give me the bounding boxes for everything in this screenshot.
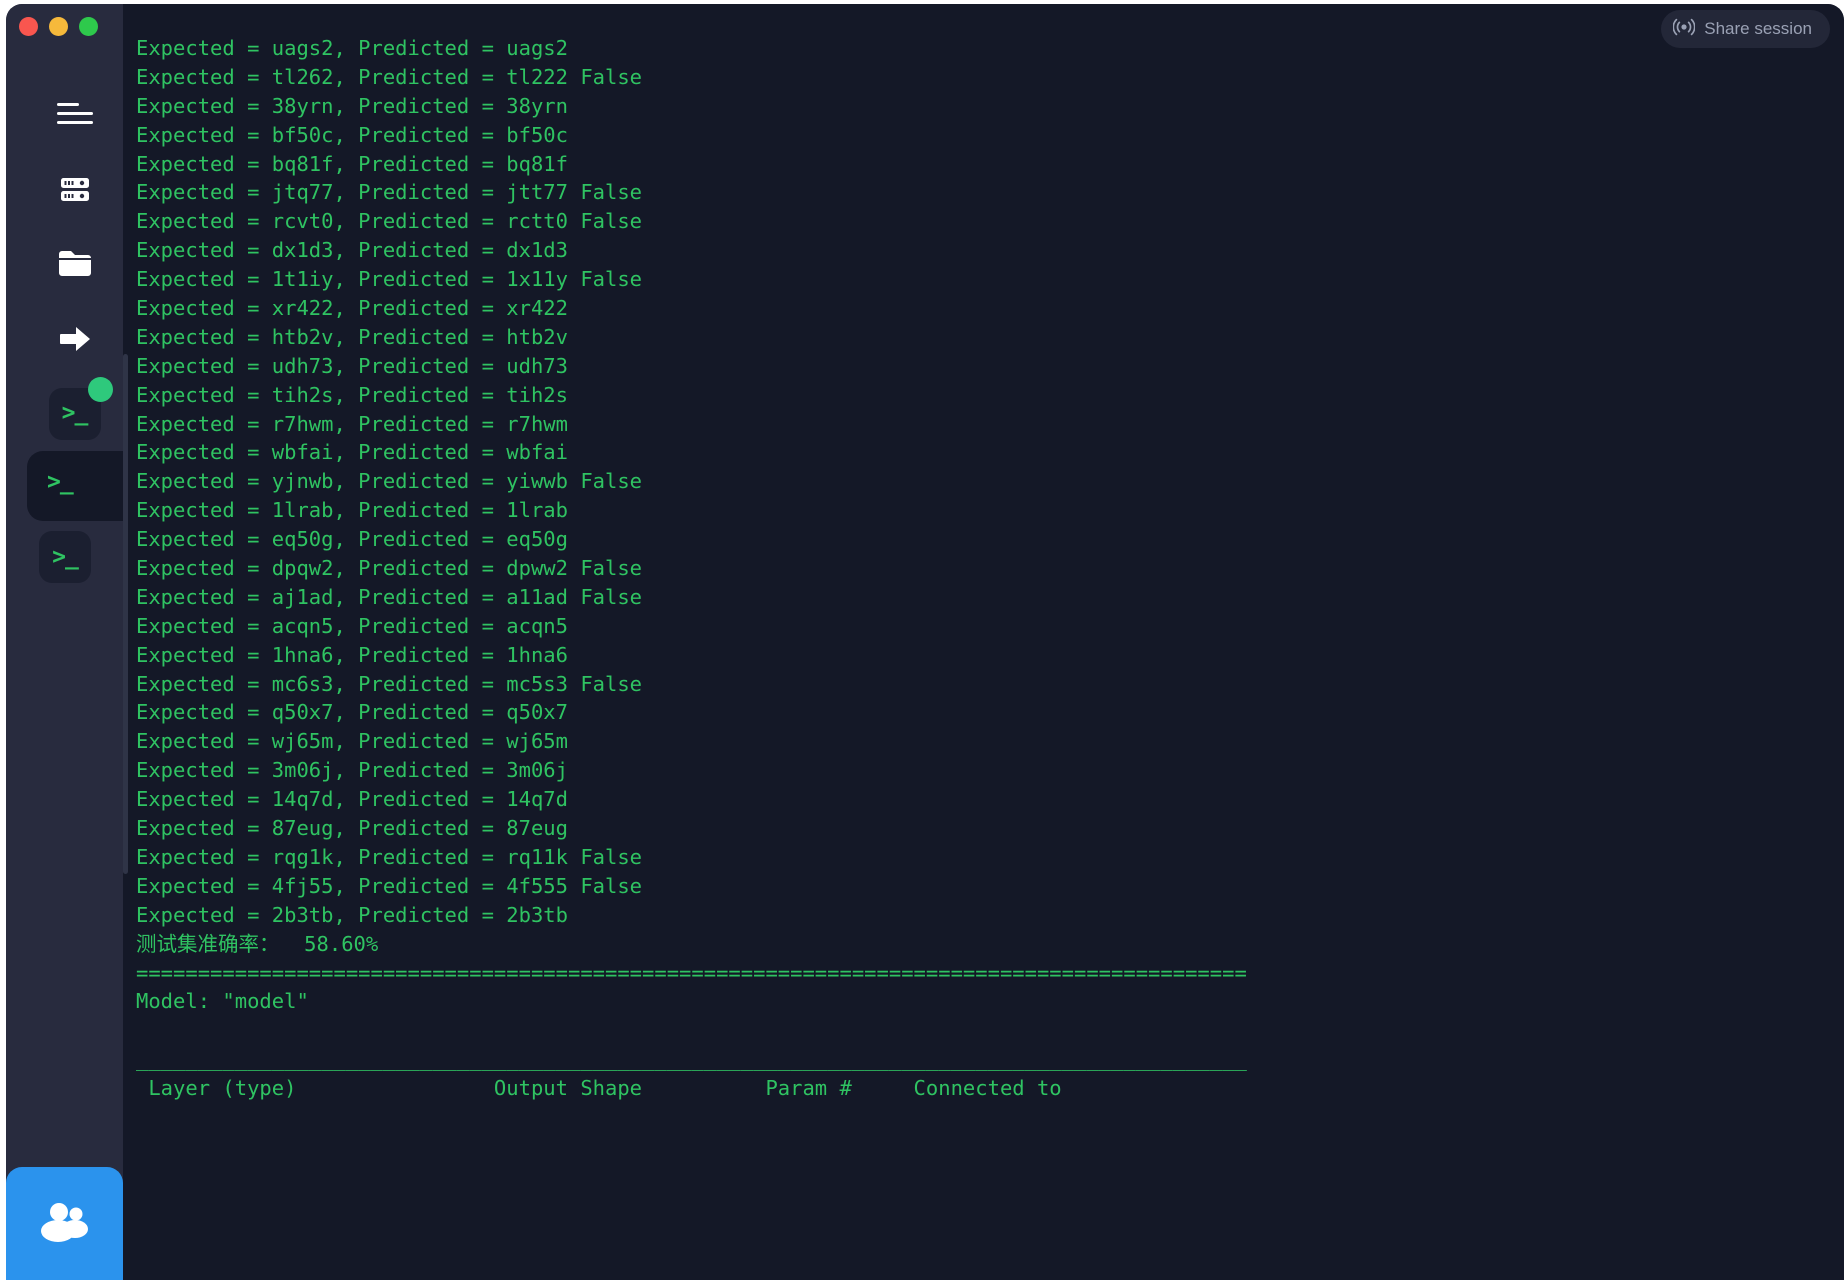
- terminal-line: Expected = yjnwb, Predicted = yiwwb Fals…: [136, 469, 643, 494]
- terminal-line: Expected = 1hna6, Predicted = 1hna6: [136, 642, 568, 667]
- terminal-line: Expected = jtq77, Predicted = jtt77 Fals…: [136, 180, 643, 205]
- terminal-line: Expected = tih2s, Predicted = tih2s: [136, 382, 568, 407]
- forward-arrow-icon: [58, 325, 92, 353]
- maximize-window-button[interactable]: [79, 17, 98, 36]
- terminal-scrollbar[interactable]: [123, 4, 128, 1280]
- terminal-scrollbar-thumb[interactable]: [123, 354, 128, 874]
- terminal-line: Expected = dpqw2, Predicted = dpww2 Fals…: [136, 556, 643, 581]
- terminal-line: Layer (type) Output Shape Param # Connec…: [136, 1076, 1062, 1101]
- terminal-output: Expected = uags2, Predicted = uags2 Expec…: [136, 34, 1844, 1103]
- terminal-line: Expected = htb2v, Predicted = htb2v: [136, 324, 568, 349]
- terminal-line: Expected = tl262, Predicted = tl222 Fals…: [136, 64, 643, 89]
- terminal-line: Expected = rqg1k, Predicted = rq11k Fals…: [136, 844, 643, 869]
- connected-status-dot: [87, 376, 113, 402]
- server-rack-icon: [58, 172, 92, 206]
- terminal-line: Expected = bq81f, Predicted = bq81f: [136, 151, 568, 176]
- broadcast-icon: [1672, 16, 1696, 43]
- terminal-line: Expected = xr422, Predicted = xr422: [136, 296, 568, 321]
- terminal-line: Expected = rcvt0, Predicted = rctt0 Fals…: [136, 209, 643, 234]
- terminal-line: Expected = bf50c, Predicted = bf50c: [136, 122, 568, 147]
- terminal-prompt-icon: >_: [61, 400, 89, 426]
- share-session-button[interactable]: Share session: [1661, 10, 1830, 48]
- terminal-line: Expected = q50x7, Predicted = q50x7: [136, 700, 568, 725]
- share-users-button[interactable]: [6, 1167, 123, 1280]
- close-window-button[interactable]: [19, 17, 38, 36]
- minimize-window-button[interactable]: [49, 17, 68, 36]
- terminal-line: Expected = 14q7d, Predicted = 14q7d: [136, 787, 568, 812]
- hamburger-icon: [56, 103, 93, 124]
- share-session-label: Share session: [1704, 19, 1812, 38]
- terminal-line: Expected = 1lrab, Predicted = 1lrab: [136, 498, 568, 523]
- terminal-line: Expected = eq50g, Predicted = eq50g: [136, 527, 568, 552]
- terminal-prompt-icon: >_: [47, 469, 74, 495]
- folder-icon: [57, 249, 93, 279]
- terminal-line: ________________________________________…: [136, 1047, 1247, 1072]
- terminal-line: Expected = 1t1iy, Predicted = 1x11y Fals…: [136, 267, 643, 292]
- terminal-line: Expected = aj1ad, Predicted = a11ad Fals…: [136, 584, 643, 609]
- terminal-window: >_ >_ >_ Expected = uags2, Predicted = u…: [6, 4, 1844, 1280]
- terminal-line: Expected = mc6s3, Predicted = mc5s3 Fals…: [136, 671, 643, 696]
- terminal-line: Expected = udh73, Predicted = udh73: [136, 353, 568, 378]
- terminal-line: Expected = wj65m, Predicted = wj65m: [136, 729, 568, 754]
- terminal-line: Expected = acqn5, Predicted = acqn5: [136, 613, 568, 638]
- terminal-line: Expected = uags2, Predicted = uags2: [136, 36, 568, 60]
- users-icon: [37, 1199, 93, 1248]
- terminal-line: Expected = wbfai, Predicted = wbfai: [136, 440, 568, 465]
- terminal-prompt-icon: >_: [52, 543, 79, 570]
- terminal-line: 测试集准确率： 58.60%: [136, 931, 379, 956]
- terminal-line: Model: "model": [136, 989, 309, 1014]
- terminal-line: Expected = 38yrn, Predicted = 38yrn: [136, 93, 568, 118]
- screen: >_ >_ >_ Expected = uags2, Predicted = u…: [0, 0, 1844, 1280]
- terminal-pane[interactable]: Expected = uags2, Predicted = uags2 Expec…: [123, 4, 1844, 1280]
- sidebar-item-terminal-session-3[interactable]: >_: [39, 531, 91, 583]
- terminal-line: Expected = 87eug, Predicted = 87eug: [136, 816, 568, 841]
- terminal-line: ========================================…: [136, 960, 1247, 985]
- terminal-line: Expected = dx1d3, Predicted = dx1d3: [136, 238, 568, 263]
- terminal-line: Expected = 3m06j, Predicted = 3m06j: [136, 758, 568, 783]
- terminal-line: Expected = r7hwm, Predicted = r7hwm: [136, 411, 568, 436]
- terminal-line: Expected = 2b3tb, Predicted = 2b3tb: [136, 902, 568, 927]
- terminal-line: Expected = 4fj55, Predicted = 4f555 Fals…: [136, 873, 643, 898]
- window-controls: [19, 17, 98, 36]
